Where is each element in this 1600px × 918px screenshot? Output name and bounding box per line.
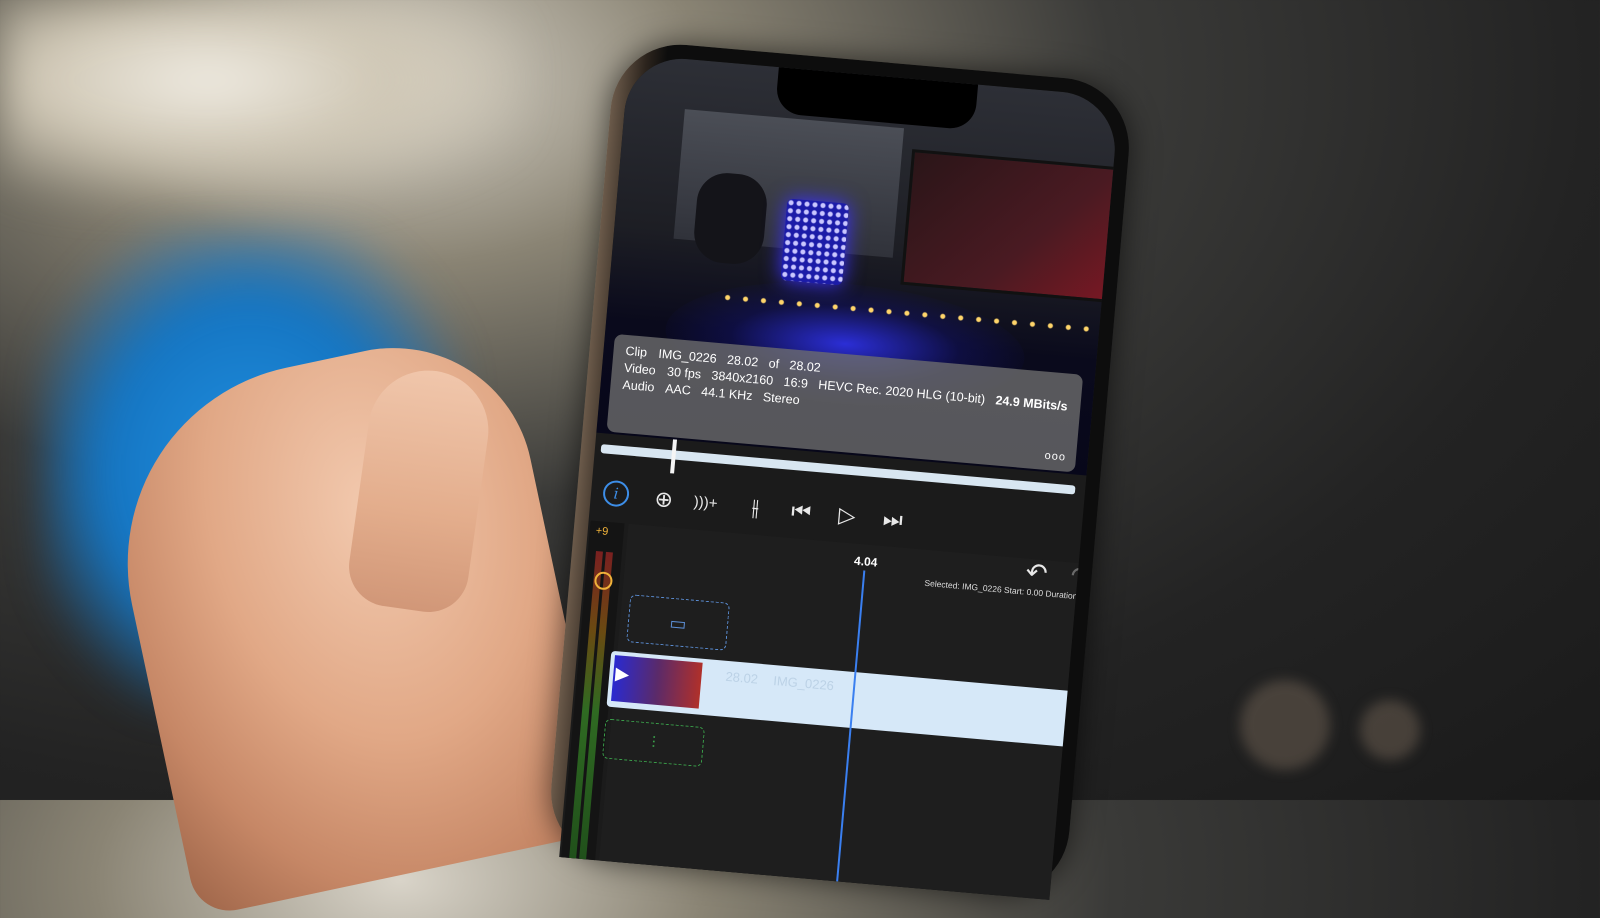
audio-label: Audio — [621, 377, 656, 395]
clip-play-icon[interactable]: ▶ — [614, 663, 631, 685]
fps: 30 fps — [666, 364, 702, 382]
background-light-blur — [0, 0, 520, 200]
clip-label: Clip — [624, 343, 648, 360]
clip-total: 28.02 — [788, 358, 822, 375]
preview-speaker — [691, 170, 770, 267]
background-bokeh — [1240, 680, 1330, 770]
phone: Clip IMG_0226 28.02 of 28.02 Video 30 fp… — [545, 38, 1135, 902]
aspect: 16:9 — [783, 374, 809, 391]
clip-duration: 28.02 — [724, 668, 759, 687]
audio-codec: AAC — [664, 381, 692, 398]
preview-led-panel — [780, 198, 850, 286]
add-audio-track-slot[interactable]: ⫶ — [601, 718, 706, 768]
playhead-time: 4.04 — [853, 553, 879, 570]
video-track-icon: ▭ — [668, 612, 688, 635]
info-icon[interactable]: i — [602, 479, 631, 508]
meter-count: +9 — [595, 524, 609, 539]
split-icon[interactable]: ⫲ — [739, 492, 772, 525]
timeline[interactable]: ↶ ↷ 4.04 Selected: IMG_0226 Start: 0.00 … — [597, 523, 1104, 900]
audio-waveform-icon[interactable]: )))+ — [689, 487, 722, 520]
background-bokeh — [1360, 700, 1420, 760]
skip-forward-icon[interactable]: ⏭ — [877, 504, 910, 537]
video-label: Video — [623, 360, 657, 378]
clip-position: 28.02 — [726, 352, 759, 370]
undo-icon[interactable]: ↶ — [1024, 557, 1049, 590]
play-icon[interactable]: ▷ — [831, 500, 864, 533]
phone-screen: Clip IMG_0226 28.02 of 28.02 Video 30 fp… — [559, 54, 1120, 900]
add-marker-icon[interactable]: ⊕ — [647, 484, 680, 517]
more-icon[interactable]: ooo — [1044, 450, 1066, 464]
audio-track-icon: ⫶ — [650, 734, 657, 752]
volume-knob[interactable] — [593, 571, 614, 591]
preview-monitor — [900, 149, 1120, 304]
sample-rate: 44.1 KHz — [700, 384, 754, 404]
clip-name-label: IMG_0226 — [772, 673, 835, 694]
add-video-track-slot[interactable]: ▭ — [626, 594, 730, 651]
playhead[interactable] — [833, 570, 866, 900]
of-label: of — [768, 356, 780, 372]
channels: Stereo — [762, 390, 801, 408]
skip-back-icon[interactable]: ⏮ — [785, 496, 818, 529]
